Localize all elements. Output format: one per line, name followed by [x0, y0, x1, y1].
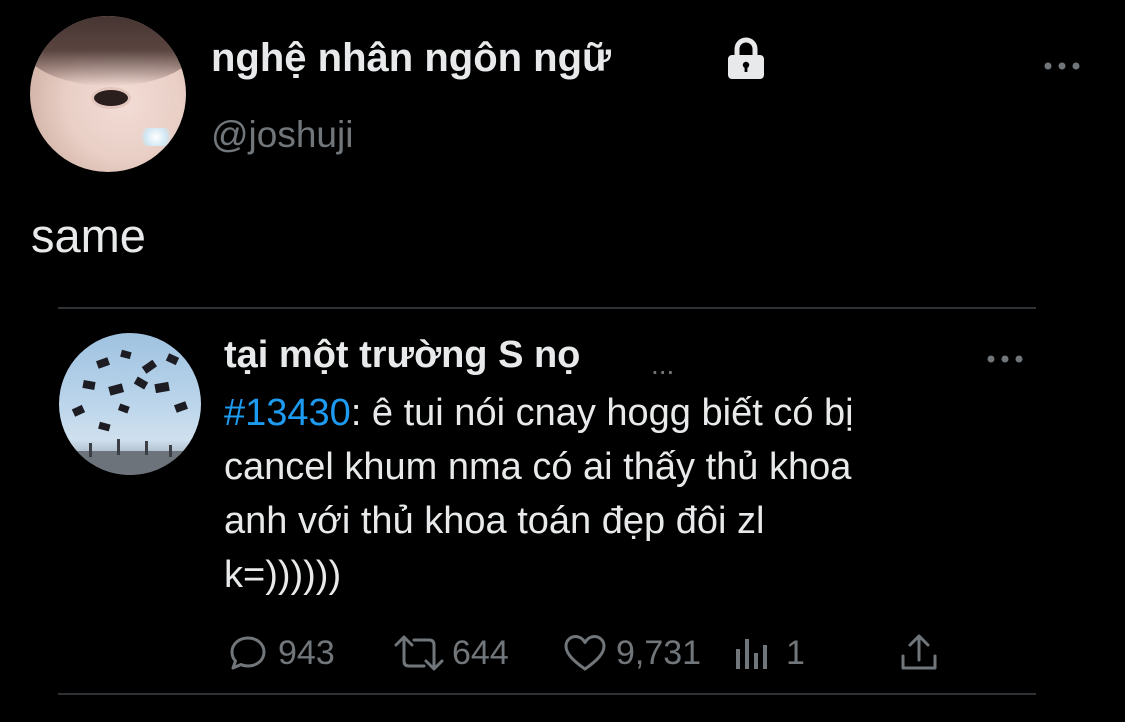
- author-avatar[interactable]: [30, 16, 186, 172]
- quoted-text-line: #13430: ê tui nói cnay hogg biết có bị: [224, 386, 1014, 440]
- divider-bottom: [58, 693, 1036, 695]
- quoted-more-icon[interactable]: [983, 347, 1027, 371]
- views-button[interactable]: 1: [732, 633, 805, 673]
- quoted-tweet-text: #13430: ê tui nói cnay hogg biết có bị c…: [224, 386, 1014, 602]
- lock-icon: [728, 37, 764, 79]
- quoted-text-line: anh với thủ khoa toán đẹp đôi zl: [224, 500, 765, 542]
- reply-button[interactable]: 943: [228, 633, 335, 673]
- reply-count: 943: [278, 633, 335, 672]
- views-icon: [736, 639, 767, 669]
- action-bar: 943 644 9,731 1: [0, 628, 1125, 678]
- heart-icon: [564, 635, 606, 671]
- tweet-text: same: [31, 209, 146, 262]
- retweet-count: 644: [452, 633, 509, 672]
- more-icon[interactable]: [1040, 54, 1084, 78]
- avatar-eye: [94, 90, 128, 106]
- author-display-name[interactable]: nghệ nhân ngôn ngữ: [211, 36, 611, 81]
- hashtag-link[interactable]: #13430: [224, 392, 351, 434]
- quoted-display-name[interactable]: tại một trường S nọ: [224, 334, 580, 377]
- like-count: 9,731: [616, 633, 702, 672]
- reply-icon: [230, 636, 266, 670]
- avatar-sticker: [136, 128, 176, 146]
- divider-top: [58, 307, 1036, 309]
- views-count: 1: [786, 633, 805, 672]
- avatar-hair: [30, 16, 186, 86]
- retweet-icon: [394, 635, 444, 671]
- quoted-text-segment: : ê tui nói cnay hogg biết có bị: [350, 392, 854, 434]
- quoted-avatar[interactable]: [59, 333, 201, 475]
- share-button[interactable]: [898, 632, 940, 674]
- like-button[interactable]: 9,731: [562, 633, 701, 673]
- author-handle[interactable]: @joshuji: [211, 114, 353, 156]
- retweet-button[interactable]: 644: [392, 633, 509, 673]
- share-icon: [901, 634, 937, 670]
- quoted-name-ellipsis: ...: [651, 349, 675, 380]
- quoted-text-line: k=)))))): [224, 554, 342, 596]
- quoted-text-line: cancel khum nma có ai thấy thủ khoa: [224, 446, 852, 488]
- graduation-caps-image: [59, 349, 201, 475]
